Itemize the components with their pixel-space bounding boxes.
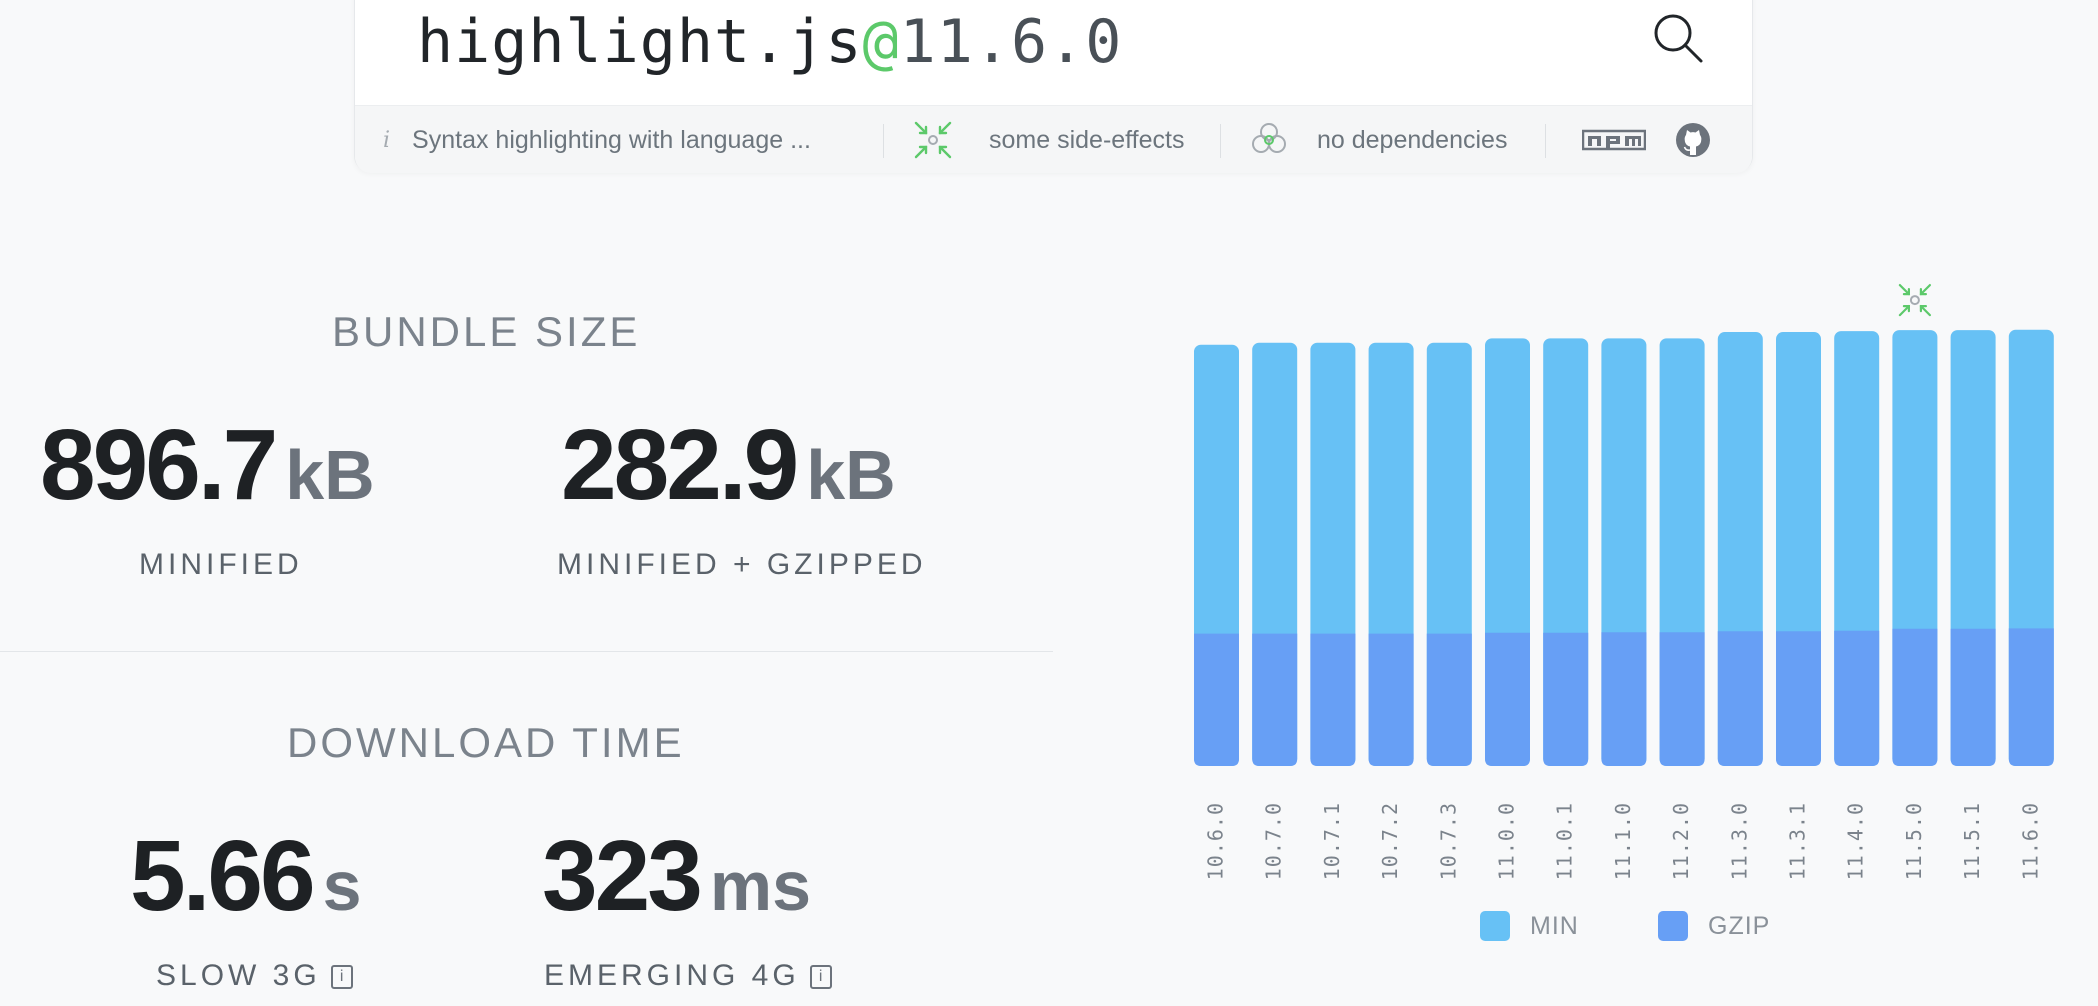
package-description: Syntax highlighting with language ...: [412, 125, 811, 154]
legend-min[interactable]: MIN: [1480, 911, 1579, 941]
x-tick-label: 11.4.0: [1844, 802, 1868, 880]
x-tick-label: 11.0.0: [1495, 802, 1519, 880]
dependencies-label: no dependencies: [1317, 125, 1508, 154]
minified-label: MINIFIED: [139, 548, 303, 581]
divider: [1545, 124, 1546, 158]
bar-gzip[interactable]: [1950, 628, 1996, 766]
side-effects-marker-icon: [1898, 283, 1932, 317]
divider: [1220, 124, 1221, 158]
bar-gzip[interactable]: [1310, 633, 1356, 766]
bar-gzip[interactable]: [1776, 631, 1821, 766]
bar-gzip[interactable]: [1892, 628, 1938, 766]
minified-size-stat: 896.7 kB: [40, 408, 375, 523]
minified-size-value: 896.7: [40, 409, 278, 521]
emerging-4g-stat: 323 ms: [542, 819, 811, 934]
search-input[interactable]: highlight.js@11.6.0: [417, 7, 1122, 77]
at-sign: @: [862, 7, 900, 77]
bar-gzip[interactable]: [1252, 633, 1298, 766]
bar-gzip[interactable]: [1659, 632, 1705, 766]
bar-gzip[interactable]: [1485, 632, 1530, 766]
divider: [883, 124, 884, 158]
slow-3g-info-icon[interactable]: i: [330, 965, 353, 990]
legend-min-label: MIN: [1530, 911, 1579, 940]
x-tick-label: 10.7.3: [1436, 802, 1460, 880]
bar-gzip[interactable]: [1543, 632, 1589, 766]
gzipped-label: MINIFIED + GZIPPED: [557, 548, 927, 581]
emerging-4g-label: EMERGING 4G: [544, 959, 800, 992]
slow-3g-unit: s: [322, 847, 362, 925]
x-tick-label: 11.0.1: [1553, 802, 1577, 880]
slow-3g-value: 5.66: [130, 820, 316, 932]
package-version: 11.6.0: [899, 7, 1123, 77]
dependencies-item: no dependencies: [1249, 106, 1507, 174]
package-name: highlight.js: [417, 7, 863, 77]
x-tick-label: 10.7.2: [1378, 802, 1402, 880]
side-effects-icon: [914, 121, 952, 159]
slow-3g-label-row: SLOW 3G i: [156, 959, 353, 993]
package-search-card: highlight.js@11.6.0 i Syntax highlightin…: [354, 0, 1753, 173]
x-tick-label: 11.5.1: [1960, 802, 1984, 880]
bar-gzip[interactable]: [2008, 628, 2054, 766]
download-time-title: DOWNLOAD TIME: [287, 719, 685, 766]
x-tick-label: 11.2.0: [1669, 802, 1693, 880]
x-tick-label: 11.5.0: [1902, 802, 1926, 880]
x-tick-label: 11.3.1: [1786, 802, 1810, 880]
gzipped-size-stat: 282.9 kB: [561, 408, 896, 523]
bundle-size-title: BUNDLE SIZE: [332, 308, 641, 355]
dependencies-icon: [1252, 123, 1286, 153]
bar-gzip[interactable]: [1194, 633, 1239, 766]
x-tick-label: 11.1.0: [1611, 802, 1635, 880]
bar-gzip[interactable]: [1601, 632, 1647, 766]
gzipped-size-unit: kB: [806, 436, 896, 514]
slow-3g-label: SLOW 3G: [156, 959, 321, 992]
section-divider: [0, 651, 1053, 652]
emerging-4g-label-row: EMERGING 4G i: [544, 959, 832, 993]
emerging-4g-unit: ms: [709, 847, 812, 925]
side-effects-item: some side-effects: [913, 106, 1184, 174]
package-meta-bar: i Syntax highlighting with language ... …: [355, 105, 1752, 173]
bar-gzip[interactable]: [1717, 631, 1763, 766]
legend-min-swatch: [1480, 911, 1510, 941]
slow-3g-stat: 5.66 s: [130, 819, 362, 934]
search-row[interactable]: highlight.js@11.6.0: [355, 1, 1752, 85]
github-icon[interactable]: [1675, 122, 1711, 158]
bar-gzip[interactable]: [1834, 630, 1880, 766]
version-size-chart: 10.6.0 10.7.0 10.7.1 10.7.2 10.7.3 11.0.0 11.0…: [1194, 283, 2054, 880]
legend-gzip-swatch: [1658, 911, 1688, 941]
search-icon[interactable]: [1649, 9, 1709, 69]
side-effects-label: some side-effects: [989, 125, 1185, 154]
npm-icon[interactable]: [1582, 128, 1646, 152]
x-tick-label: 11.6.0: [2018, 802, 2042, 880]
info-icon: i: [383, 127, 391, 153]
x-tick-label: 10.7.1: [1320, 802, 1344, 880]
legend-gzip[interactable]: GZIP: [1658, 911, 1770, 941]
minified-size-unit: kB: [285, 436, 375, 514]
description-item: i Syntax highlighting with language ...: [383, 106, 811, 174]
gzipped-size-value: 282.9: [561, 409, 799, 521]
x-tick-label: 10.7.0: [1262, 802, 1286, 880]
emerging-4g-info-icon[interactable]: i: [809, 965, 832, 990]
x-tick-label: 11.3.0: [1727, 802, 1751, 880]
x-tick-label: 10.6.0: [1204, 802, 1228, 880]
bar-gzip[interactable]: [1426, 633, 1472, 766]
bar-gzip[interactable]: [1368, 633, 1414, 766]
legend-gzip-label: GZIP: [1708, 911, 1771, 940]
emerging-4g-value: 323: [542, 820, 703, 932]
